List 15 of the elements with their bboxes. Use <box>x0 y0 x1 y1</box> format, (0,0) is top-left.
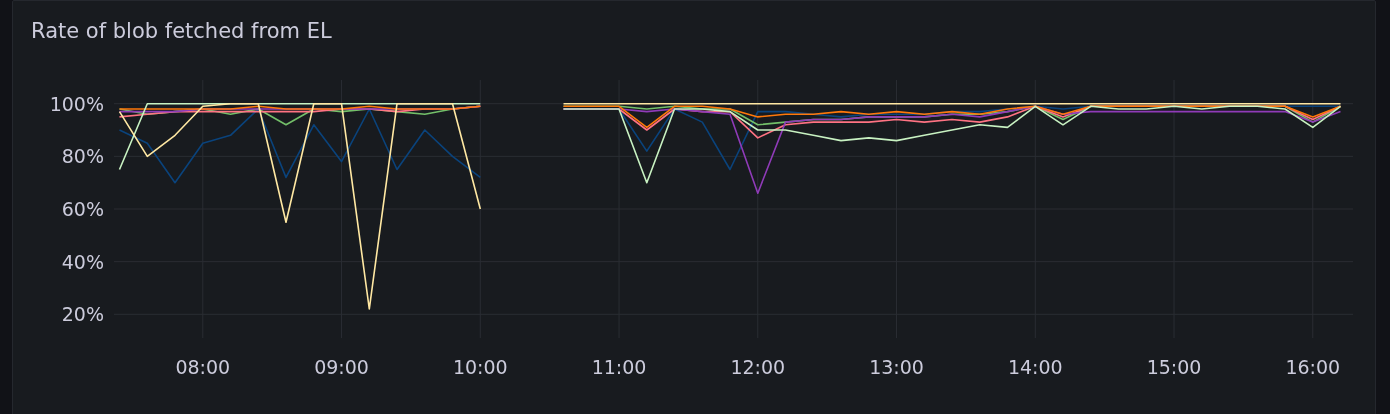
y-axis-label: 20% <box>61 303 104 326</box>
x-axis-label: 09:00 <box>314 356 369 378</box>
x-axis-label: 15:00 <box>1146 356 1202 378</box>
y-axis-label: 80% <box>61 145 104 168</box>
x-axis-label: 10:00 <box>452 356 508 378</box>
x-axis-label: 08:00 <box>175 356 231 378</box>
x-axis-label: 14:00 <box>1007 356 1063 378</box>
panel-title: Rate of blob fetched from EL <box>30 18 332 45</box>
x-axis-label: 13:00 <box>869 356 924 378</box>
y-axis-label: 100% <box>49 92 104 115</box>
y-axis-label: 40% <box>61 250 104 273</box>
y-axis-label: 60% <box>61 198 104 220</box>
x-axis-label: 16:00 <box>1285 356 1341 378</box>
x-axis-label: 12:00 <box>730 356 786 378</box>
x-axis-label: 11:00 <box>591 356 647 378</box>
